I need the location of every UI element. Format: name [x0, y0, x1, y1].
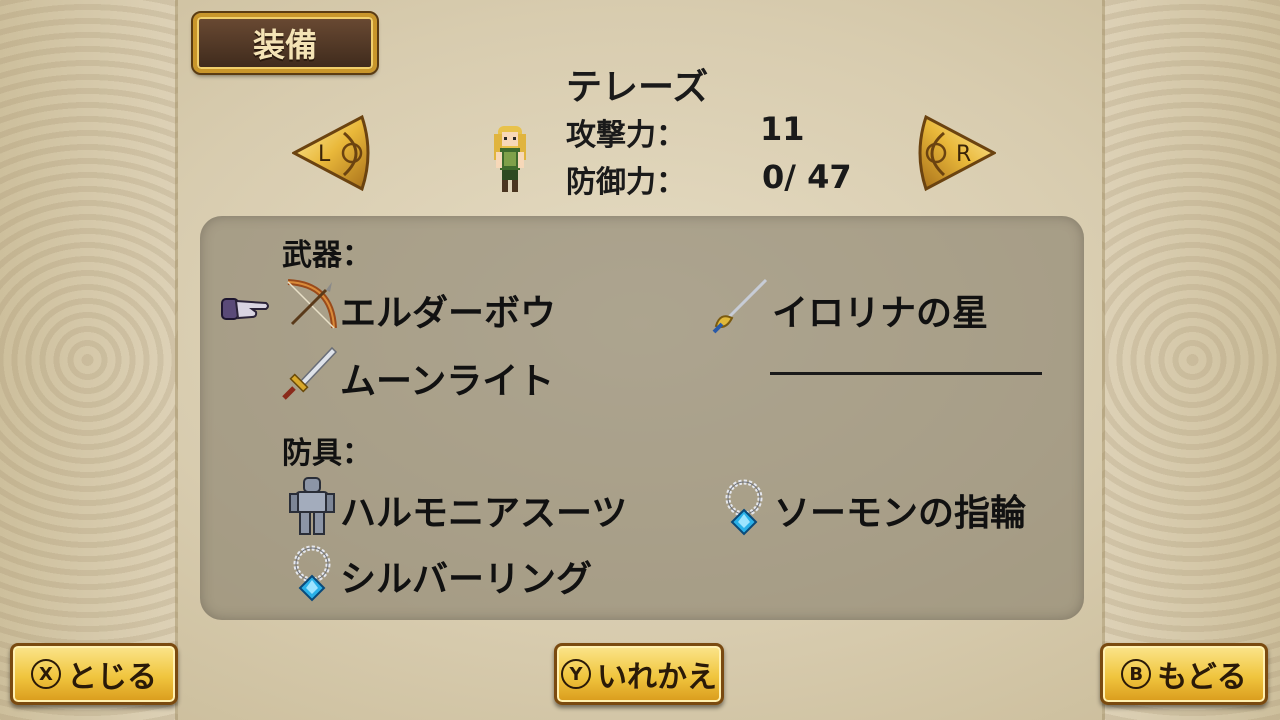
screen-title-plate: 装備: [191, 11, 379, 75]
character-name: テレーズ: [566, 67, 709, 108]
next-character-button[interactable]: R: [912, 113, 998, 193]
back-button[interactable]: B もどる: [1100, 643, 1268, 705]
armor-name-3: シルバーリング: [340, 559, 593, 600]
armor-suit-icon: [289, 477, 335, 535]
defense-value: 0/ 47: [762, 158, 852, 196]
character-sprite-icon: [494, 126, 526, 192]
ornamental-border-left: [0, 0, 178, 720]
ornamental-border-right: [1102, 0, 1280, 720]
close-button[interactable]: X とじる: [10, 643, 178, 705]
swap-button-label: いれかえ: [597, 660, 717, 695]
empty-slot-line: [770, 372, 1042, 375]
back-button-label: もどる: [1157, 660, 1247, 695]
weapons-section-label: 武器：: [282, 238, 372, 273]
swap-button[interactable]: Y いれかえ: [554, 643, 724, 705]
rapier-icon: [712, 278, 768, 334]
sword-icon: [282, 346, 338, 400]
ring-icon: [293, 545, 331, 602]
b-button-icon: B: [1121, 659, 1152, 689]
x-button-icon: X: [31, 659, 61, 689]
y-button-icon: Y: [561, 659, 591, 689]
left-arrow-icon: L: [290, 114, 370, 192]
nav-next-label: R: [956, 142, 971, 167]
right-arrow-icon: R: [918, 114, 998, 192]
weapon-name-1: エルダーボウ: [340, 293, 557, 334]
bow-icon: [287, 279, 337, 329]
screen-title: 装備: [252, 26, 317, 64]
attack-label: 攻撃力：: [566, 118, 686, 153]
ring-icon: [725, 479, 763, 536]
hand-pointer-icon: [221, 298, 269, 320]
weapon-name-2: イロリナの星: [772, 293, 989, 334]
weapon-name-3: ムーンライト: [340, 361, 555, 402]
armor-section-label: 防具：: [282, 436, 372, 471]
armor-name-1: ハルモニアスーツ: [340, 493, 628, 534]
armor-name-2: ソーモンの指輪: [774, 493, 1027, 534]
defense-label: 防御力：: [566, 165, 686, 200]
previous-character-button[interactable]: L: [290, 113, 376, 193]
nav-prev-label: L: [318, 142, 331, 167]
attack-value: 11: [760, 110, 805, 148]
close-button-label: とじる: [67, 660, 157, 695]
